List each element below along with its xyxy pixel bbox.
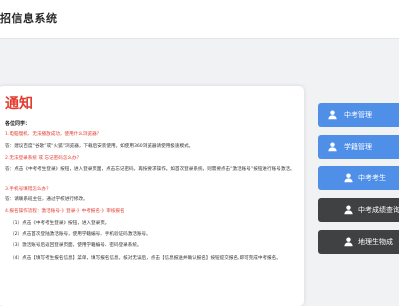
zhongkao-management-button[interactable]: 中考管理 <box>318 103 399 127</box>
notice-panel: 通知 各位同学： 1.电脑慢机、无法播放成功，使用什么浏览器？ 答：建议百度“谷… <box>0 86 304 306</box>
button-label: 学籍管理 <box>344 143 372 151</box>
faq-answer: 答：点击《中考考生登录》按钮，进入登录页面，点击忘记密码，再按要求操作。如首次登… <box>5 167 295 172</box>
button-label: 中考考生 <box>358 174 386 182</box>
faq-question: 3.手机号填错怎么办？ <box>5 187 51 192</box>
flow-title: 4.报名操作流程：激活账号-》登录-》中考报名-》审核报名 <box>5 209 125 214</box>
faq-answer: 答：建议百度“谷歌”或“火狐”浏览器，下载后安装使用。如使用360浏览器请使用极… <box>5 144 194 149</box>
geo-bio-score-button[interactable]: 地理生物成 <box>318 230 399 254</box>
faq-question: 1.电脑慢机、无法播放成功，使用什么浏览器？ <box>5 132 102 137</box>
button-label: 地理生物成 <box>358 238 393 246</box>
notice-title: 通知 <box>5 96 33 112</box>
user-icon <box>328 142 337 152</box>
zhongkao-candidate-button[interactable]: 中考考生 <box>318 166 399 190</box>
button-label: 中考管理 <box>344 111 372 119</box>
notice-greeting: 各位同学： <box>5 121 31 127</box>
zhongkao-score-query-button[interactable]: 中考成绩查询 <box>318 198 399 222</box>
flow-step: （4）点击【填写考生报名信息】菜单，填写报名信息，核对无误后，点击【信息报送并确… <box>10 256 281 261</box>
flow-step: （3）激活账号后返回登录页面，使用学籍编号、密码登录系统。 <box>10 243 142 248</box>
user-icon <box>344 173 353 183</box>
button-label: 中考成绩查询 <box>358 206 399 214</box>
flow-step: （1）点击《中考考生登录》按钮，进入登录页。 <box>10 221 110 226</box>
flow-step: （2）点击首次登陆激活账号，使用学籍编号、手机验证码激活账号。 <box>10 232 151 237</box>
site-title: 招信息系统 <box>0 12 58 25</box>
top-bar: 招信息系统 <box>0 0 399 39</box>
faq-answer: 答：请联系班主任，通过学校进行修改。 <box>5 197 88 202</box>
user-icon <box>344 237 353 247</box>
user-icon <box>328 110 337 120</box>
user-icon <box>344 205 353 215</box>
faq-question: 2.无法登录系统 或 忘记密码怎么办？ <box>5 156 82 161</box>
student-record-management-button[interactable]: 学籍管理 <box>318 135 399 159</box>
